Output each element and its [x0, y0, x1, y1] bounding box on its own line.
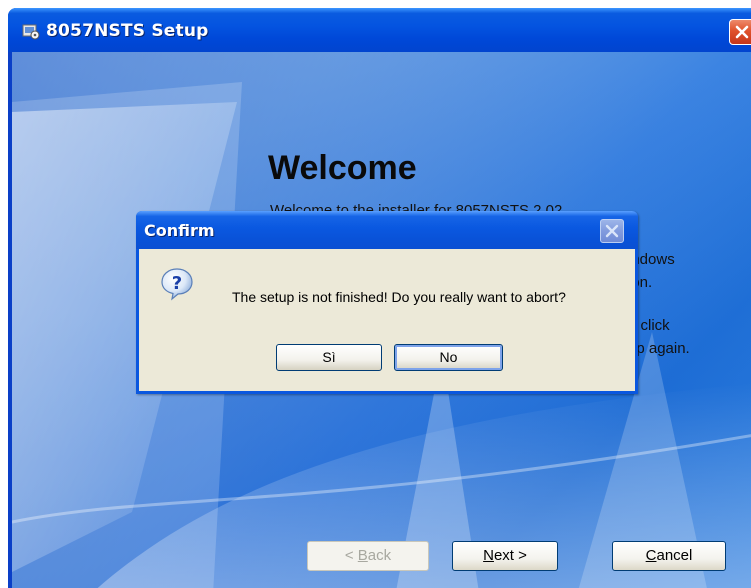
- setup-titlebar[interactable]: 8057NSTS Setup: [8, 8, 751, 52]
- confirm-dialog-body: ? The setup is not finished! Do you real…: [139, 249, 635, 391]
- next-button-accel: N: [483, 547, 494, 564]
- back-button-prefix: <: [344, 547, 358, 564]
- confirm-close-button[interactable]: [600, 219, 624, 243]
- next-button[interactable]: Next >: [452, 541, 558, 571]
- confirm-titlebar[interactable]: Confirm: [136, 211, 638, 249]
- setup-close-button[interactable]: [729, 19, 751, 45]
- question-icon: ?: [161, 268, 193, 301]
- back-button-rest: ack: [367, 547, 392, 564]
- welcome-heading: Welcome: [268, 149, 417, 187]
- next-button-rest: ext >: [493, 547, 527, 564]
- no-button[interactable]: No: [394, 344, 503, 371]
- confirm-dialog: Confirm ? The setup is not finished! Do …: [136, 211, 638, 394]
- cancel-button-accel: C: [645, 547, 657, 564]
- close-icon: [605, 224, 619, 238]
- back-button-accel: B: [357, 547, 368, 564]
- yes-button[interactable]: Sì: [276, 344, 382, 371]
- confirm-dialog-title: Confirm: [144, 221, 215, 240]
- cancel-button[interactable]: Cancel: [612, 541, 726, 571]
- confirm-message: The setup is not finished! Do you really…: [232, 289, 566, 305]
- svg-text:?: ?: [172, 273, 182, 294]
- desktop: 8057NSTS Setup Welcome indows ion. e cli…: [0, 0, 751, 588]
- cancel-button-rest: ancel: [656, 547, 693, 564]
- back-button[interactable]: < Back: [307, 541, 429, 571]
- setup-window-title: 8057NSTS Setup: [46, 21, 209, 41]
- close-icon: [735, 25, 749, 39]
- installer-icon: [22, 24, 40, 40]
